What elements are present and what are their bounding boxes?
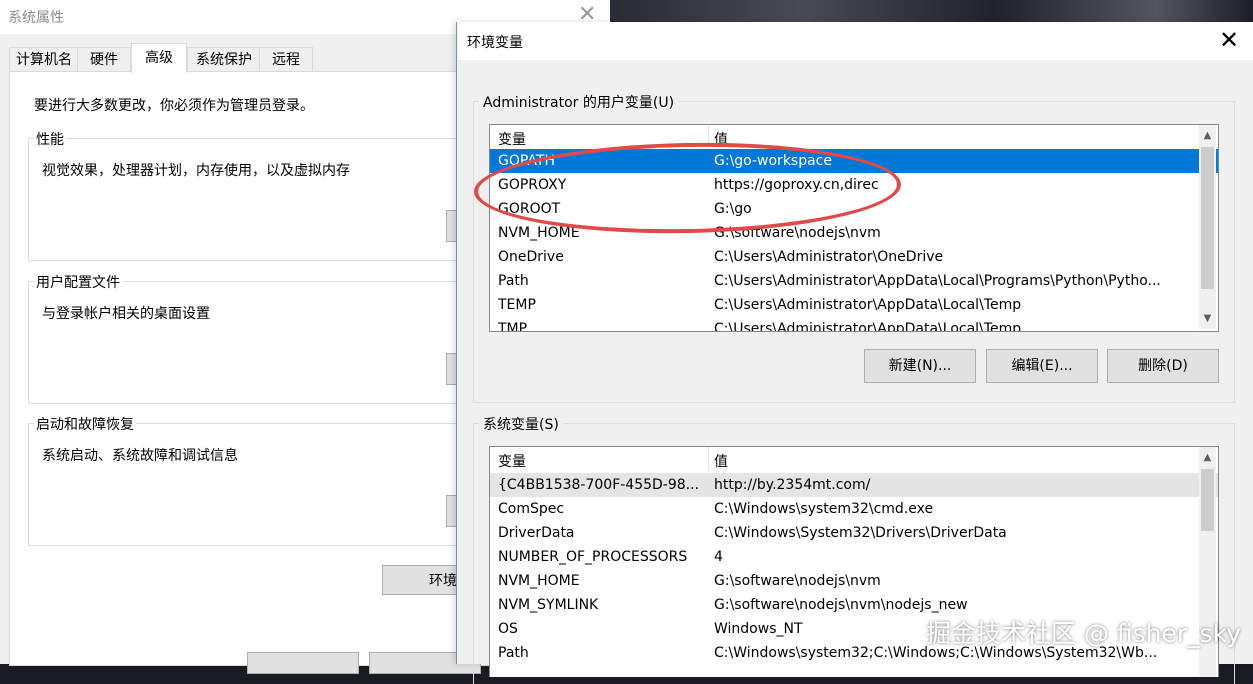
system-properties-title: 系统属性	[8, 10, 64, 26]
table-row[interactable]: ComSpec C:\Windows\system32\cmd.exe	[490, 497, 1218, 521]
close-icon[interactable]: ✕	[1219, 26, 1239, 54]
table-row[interactable]: {C4BB1538-700F-455D-98... http://by.2354…	[490, 473, 1218, 497]
column-header-name[interactable]: 变量	[498, 451, 526, 471]
variable-name: ComSpec	[498, 501, 565, 517]
variable-value: C:\Users\Administrator\AppData\Local\Pro…	[714, 273, 1161, 289]
variable-value: C:\Windows\system32\cmd.exe	[714, 501, 934, 517]
variable-value: G:\software\nodejs\nvm	[714, 573, 881, 589]
variable-name: OneDrive	[498, 249, 564, 265]
performance-group-title: 性能	[34, 129, 66, 149]
variable-value: C:\Users\Administrator\AppData\Local\Tem…	[714, 321, 1022, 332]
desktop-background	[608, 0, 1253, 22]
scroll-up-icon[interactable]: ▲	[1199, 127, 1216, 144]
variable-name: TMP	[498, 321, 528, 332]
table-row[interactable]: TEMP C:\Users\Administrator\AppData\Loca…	[490, 293, 1218, 317]
user-new-button[interactable]: 新建(N)...	[864, 349, 976, 383]
tab-advanced[interactable]: 高级	[131, 43, 187, 73]
startup-recovery-group-title: 启动和故障恢复	[34, 414, 136, 434]
column-divider[interactable]	[708, 447, 709, 471]
variable-name: NUMBER_OF_PROCESSORS	[498, 549, 688, 565]
column-header-name[interactable]: 变量	[498, 129, 526, 149]
user-profiles-group-title: 用户配置文件	[34, 272, 122, 292]
tab-hardware[interactable]: 硬件	[77, 47, 131, 72]
variable-name: NVM_SYMLINK	[498, 597, 599, 613]
variable-value: Windows_NT	[714, 621, 803, 637]
table-row[interactable]: NUMBER_OF_PROCESSORS 4	[490, 545, 1218, 569]
variable-value: 4	[714, 549, 723, 565]
scroll-thumb[interactable]	[1201, 147, 1214, 289]
table-row[interactable]: DriverData C:\Windows\System32\Drivers\D…	[490, 521, 1218, 545]
variable-name: TEMP	[498, 297, 536, 313]
startup-recovery-group	[28, 423, 500, 546]
user-variables-group-title: Administrator 的用户变量(U)	[479, 92, 679, 112]
environment-variables-title: 环境变量	[467, 35, 523, 51]
environment-variables-titlebar: 环境变量 ✕	[457, 22, 1253, 60]
variable-value: http://by.2354mt.com/	[714, 477, 871, 493]
performance-group	[28, 138, 500, 261]
scroll-thumb[interactable]	[1201, 469, 1214, 531]
performance-description: 视觉效果，处理器计划，内存使用，以及虚拟内存	[42, 163, 350, 179]
variable-value: C:\Windows\System32\Drivers\DriverData	[714, 525, 1007, 541]
table-row[interactable]: Path C:\Users\Administrator\AppData\Loca…	[490, 269, 1218, 293]
tab-computer-name[interactable]: 计算机名	[9, 47, 79, 72]
ok-button[interactable]	[247, 652, 359, 674]
user-profiles-description: 与登录帐户相关的桌面设置	[42, 306, 210, 322]
user-edit-button[interactable]: 编辑(E)...	[986, 349, 1098, 383]
startup-recovery-description: 系统启动、系统故障和调试信息	[42, 448, 238, 464]
scroll-up-icon[interactable]: ▲	[1199, 449, 1216, 466]
table-row[interactable]: NVM_HOME G:\software\nodejs\nvm	[490, 569, 1218, 593]
table-row[interactable]: TMP C:\Users\Administrator\AppData\Local…	[490, 317, 1218, 332]
variable-name: DriverData	[498, 525, 575, 541]
tab-system-protection[interactable]: 系统保护	[187, 47, 261, 72]
variable-name: Path	[498, 273, 529, 289]
table-row[interactable]: OneDrive C:\Users\Administrator\OneDrive	[490, 245, 1218, 269]
watermark: 掘金技术社区 @ fisher_sky	[926, 619, 1242, 648]
list-header: 变量 值	[490, 447, 1218, 471]
user-delete-button[interactable]: 删除(D)	[1107, 349, 1219, 383]
variable-name: NVM_HOME	[498, 573, 580, 589]
environment-variables-window: 环境变量 ✕ Administrator 的用户变量(U) 变量 值 GOPAT…	[456, 22, 1253, 684]
variable-name: OS	[498, 621, 518, 637]
variable-name: Path	[498, 645, 529, 661]
system-variables-group-title: 系统变量(S)	[479, 414, 563, 434]
tab-remote[interactable]: 远程	[259, 47, 313, 72]
admin-notice: 要进行大多数更改，你必须作为管理员登录。	[34, 98, 314, 114]
variable-value: C:\Users\Administrator\OneDrive	[714, 249, 944, 265]
user-list-scrollbar[interactable]: ▲ ▼	[1199, 125, 1216, 329]
user-profiles-group	[28, 281, 500, 404]
list-header: 变量 值	[490, 125, 1218, 149]
variable-value: C:\Users\Administrator\AppData\Local\Tem…	[714, 297, 1022, 313]
variable-name: {C4BB1538-700F-455D-98...	[498, 477, 700, 493]
column-header-value[interactable]: 值	[714, 451, 728, 471]
scroll-down-icon[interactable]: ▼	[1199, 310, 1216, 327]
